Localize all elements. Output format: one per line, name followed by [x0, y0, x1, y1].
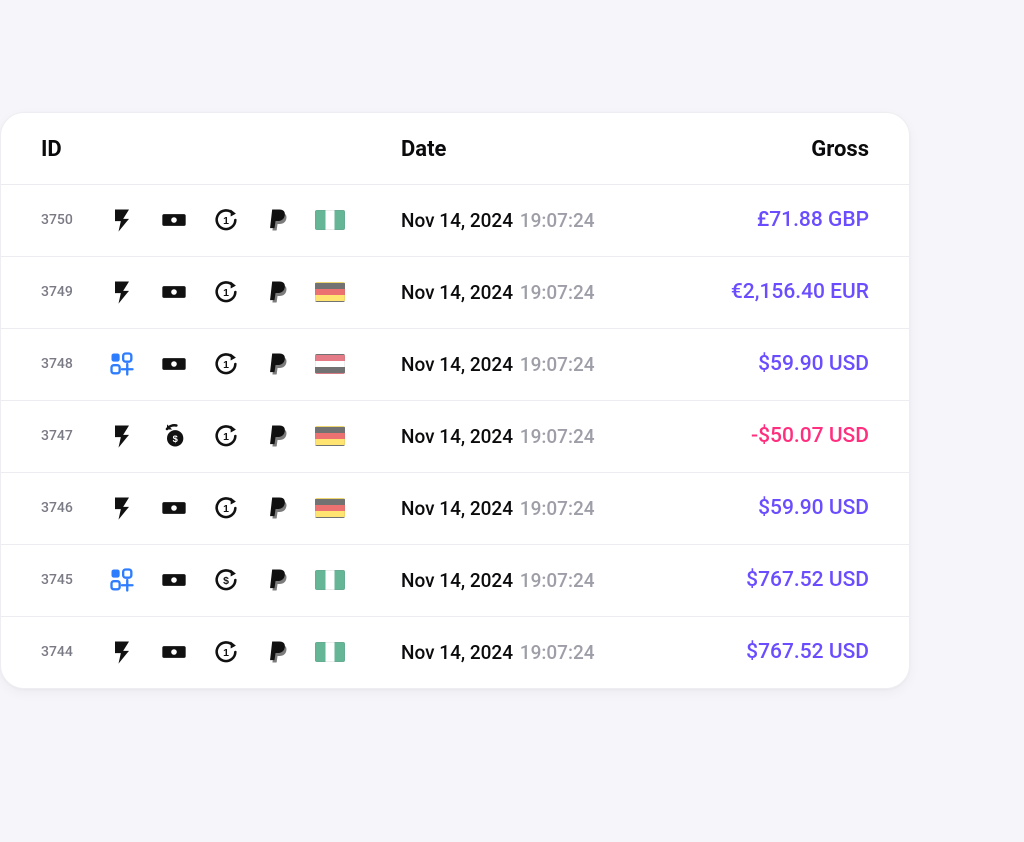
transaction-gross: £71.88 GBP	[691, 208, 869, 232]
transaction-date: Nov 14, 2024 19:07:24	[401, 425, 691, 448]
row-icons	[107, 493, 401, 523]
column-header-date[interactable]: Date	[401, 137, 691, 162]
table-row[interactable]: 3746 Nov 14, 2024 19:07:24$59.90 USD	[1, 473, 909, 545]
table-row[interactable]: 3747 Nov 14, 2024 19:07:24-$50.07 USD	[1, 401, 909, 473]
country-flag-icon	[315, 498, 345, 518]
country-flag-icon	[315, 426, 345, 446]
method-icon	[263, 349, 293, 379]
transaction-date: Nov 14, 2024 19:07:24	[401, 569, 691, 592]
type-icon	[107, 637, 137, 667]
recur-icon	[211, 565, 241, 595]
row-icons	[107, 277, 401, 307]
method-icon	[263, 205, 293, 235]
type-icon	[107, 349, 137, 379]
recur-icon	[211, 349, 241, 379]
transaction-time: 19:07:24	[515, 425, 595, 448]
transaction-id: 3745	[41, 572, 107, 588]
payment-icon	[159, 565, 189, 595]
table-row[interactable]: 3744 Nov 14, 2024 19:07:24$767.52 USD	[1, 617, 909, 688]
type-icon	[107, 565, 137, 595]
table-row[interactable]: 3749 Nov 14, 2024 19:07:24€2,156.40 EUR	[1, 257, 909, 329]
recur-icon	[211, 493, 241, 523]
country-flag-icon	[315, 570, 345, 590]
method-icon	[263, 421, 293, 451]
transaction-id: 3746	[41, 500, 107, 516]
transaction-time: 19:07:24	[515, 569, 595, 592]
method-icon	[263, 493, 293, 523]
transaction-time: 19:07:24	[515, 641, 595, 664]
transaction-date: Nov 14, 2024 19:07:24	[401, 281, 691, 304]
transaction-id: 3747	[41, 428, 107, 444]
column-header-id[interactable]: ID	[41, 137, 401, 162]
column-header-gross[interactable]: Gross	[691, 137, 869, 162]
payment-icon	[159, 205, 189, 235]
method-icon	[263, 637, 293, 667]
transaction-gross: €2,156.40 EUR	[691, 280, 869, 304]
payment-icon	[159, 277, 189, 307]
table-row[interactable]: 3748 Nov 14, 2024 19:07:24$59.90 USD	[1, 329, 909, 401]
payment-icon	[159, 637, 189, 667]
transaction-gross: $767.52 USD	[691, 640, 869, 664]
type-icon	[107, 205, 137, 235]
row-icons	[107, 205, 401, 235]
country-flag-icon	[315, 210, 345, 230]
country-flag-icon	[315, 282, 345, 302]
transaction-time: 19:07:24	[515, 497, 595, 520]
payment-icon	[159, 349, 189, 379]
row-icons	[107, 349, 401, 379]
row-icons	[107, 637, 401, 667]
payment-icon	[159, 493, 189, 523]
table-row[interactable]: 3745 Nov 14, 2024 19:07:24$767.52 USD	[1, 545, 909, 617]
table-row[interactable]: 3750 Nov 14, 2024 19:07:24£71.88 GBP	[1, 185, 909, 257]
transactions-table: ID Date Gross 3750Nov 14, 2024 19:07:24£…	[0, 112, 910, 689]
transaction-time: 19:07:24	[515, 353, 595, 376]
transaction-gross: $59.90 USD	[691, 352, 869, 376]
transaction-date: Nov 14, 2024 19:07:24	[401, 209, 691, 232]
country-flag-icon	[315, 354, 345, 374]
method-icon	[263, 277, 293, 307]
recur-icon	[211, 205, 241, 235]
country-flag-icon	[315, 642, 345, 662]
table-header: ID Date Gross	[1, 113, 909, 185]
recur-icon	[211, 277, 241, 307]
row-icons	[107, 421, 401, 451]
type-icon	[107, 277, 137, 307]
row-icons	[107, 565, 401, 595]
transaction-date: Nov 14, 2024 19:07:24	[401, 641, 691, 664]
recur-icon	[211, 421, 241, 451]
transaction-id: 3749	[41, 284, 107, 300]
transaction-gross: $59.90 USD	[691, 496, 869, 520]
transaction-date: Nov 14, 2024 19:07:24	[401, 497, 691, 520]
payment-icon	[159, 421, 189, 451]
method-icon	[263, 565, 293, 595]
type-icon	[107, 421, 137, 451]
type-icon	[107, 493, 137, 523]
transaction-time: 19:07:24	[515, 209, 595, 232]
transaction-gross: -$50.07 USD	[691, 424, 869, 448]
transaction-id: 3744	[41, 644, 107, 660]
transaction-gross: $767.52 USD	[691, 568, 869, 592]
transaction-id: 3750	[41, 212, 107, 228]
recur-icon	[211, 637, 241, 667]
transaction-time: 19:07:24	[515, 281, 595, 304]
transaction-id: 3748	[41, 356, 107, 372]
transaction-date: Nov 14, 2024 19:07:24	[401, 353, 691, 376]
